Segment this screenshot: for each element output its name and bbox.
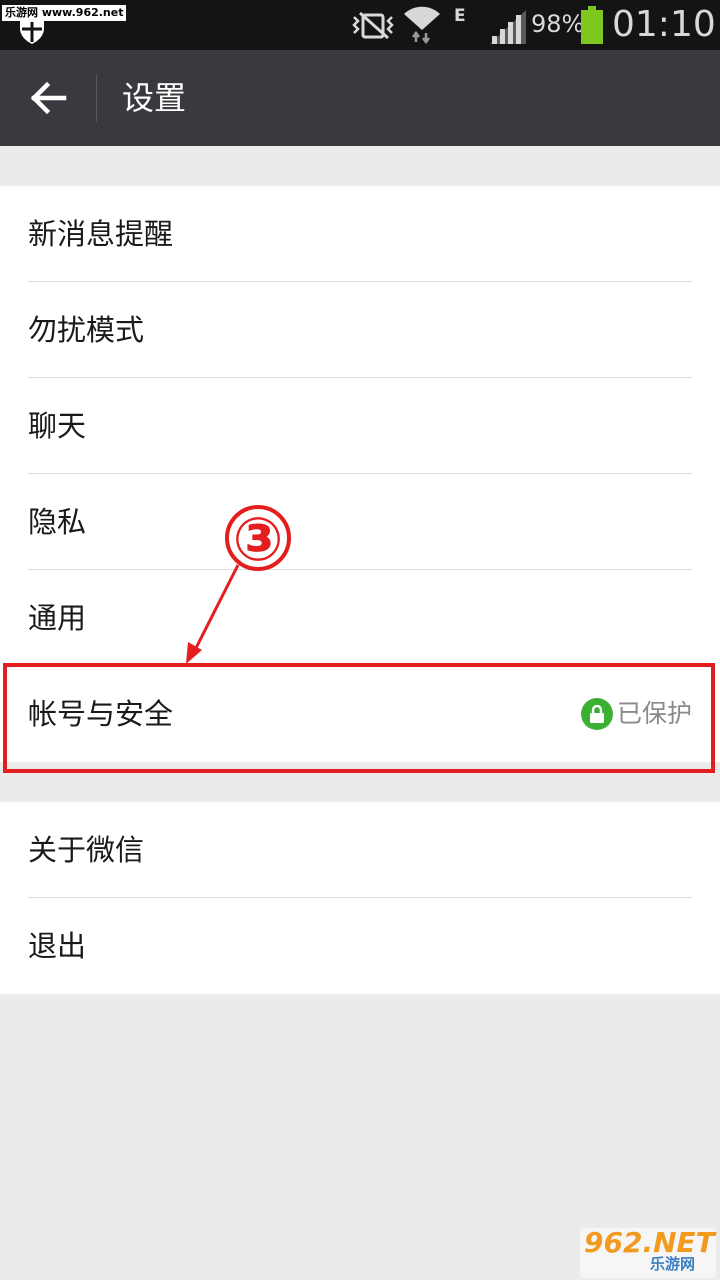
settings-item-label: 通用 bbox=[28, 601, 87, 635]
settings-group-secondary: 关于微信 退出 bbox=[0, 802, 720, 994]
watermark-top: 乐游网 www.962.net bbox=[2, 5, 127, 21]
battery-icon bbox=[581, 6, 603, 44]
clock: 01:10 bbox=[612, 4, 716, 45]
annotation-highlight-box bbox=[3, 663, 715, 773]
signal-icon bbox=[490, 10, 526, 44]
annotation-step-number: ③ bbox=[232, 505, 284, 575]
settings-item-label: 聊天 bbox=[28, 409, 87, 443]
settings-item-label: 勿扰模式 bbox=[28, 313, 145, 347]
settings-item-about[interactable]: 关于微信 bbox=[0, 802, 720, 898]
wifi-icon bbox=[404, 6, 440, 44]
settings-item-general[interactable]: 通用 bbox=[0, 570, 720, 666]
settings-item-label: 新消息提醒 bbox=[28, 217, 174, 251]
settings-item-label: 关于微信 bbox=[28, 833, 145, 867]
settings-item-privacy[interactable]: 隐私 bbox=[0, 474, 720, 570]
settings-item-label: 隐私 bbox=[28, 505, 87, 539]
battery-percent: 98% bbox=[531, 10, 585, 38]
settings-item-do-not-disturb[interactable]: 勿扰模式 bbox=[0, 282, 720, 378]
status-bar: 乐游网 www.962.net E 98% 01:10 bbox=[0, 0, 720, 50]
action-bar-divider bbox=[96, 74, 97, 122]
shield-icon bbox=[20, 20, 44, 44]
settings-item-logout[interactable]: 退出 bbox=[0, 898, 720, 994]
no-vibrate-icon bbox=[352, 11, 394, 40]
back-arrow-icon[interactable] bbox=[24, 74, 74, 122]
watermark-subtitle: 乐游网 bbox=[650, 1255, 696, 1273]
settings-item-chat[interactable]: 聊天 bbox=[0, 378, 720, 474]
network-type: E bbox=[454, 6, 466, 26]
action-bar: 设置 bbox=[0, 50, 720, 146]
settings-item-label: 退出 bbox=[28, 929, 87, 963]
watermark-bottom: 962.NET 乐游网 bbox=[580, 1228, 716, 1278]
settings-item-new-message[interactable]: 新消息提醒 bbox=[0, 186, 720, 282]
settings-screen: 乐游网 www.962.net E 98% 01:10 设置 新消息提醒 勿扰模… bbox=[0, 0, 720, 1280]
page-title: 设置 bbox=[122, 79, 187, 117]
